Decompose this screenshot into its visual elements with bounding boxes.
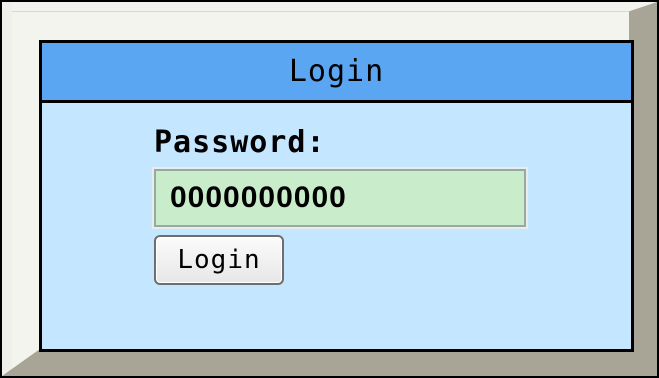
frame-bevel-top bbox=[2, 2, 657, 12]
password-input[interactable] bbox=[152, 167, 528, 229]
outer-frame: Login Password: Login bbox=[0, 0, 659, 378]
login-window: Login Password: Login bbox=[39, 40, 634, 352]
frame-bevel-left bbox=[2, 2, 12, 376]
login-title-bar: Login bbox=[42, 43, 631, 103]
frame-bevel-bottom bbox=[2, 348, 657, 376]
login-title: Login bbox=[288, 54, 385, 89]
password-label: Password: bbox=[154, 125, 326, 160]
login-button[interactable]: Login bbox=[154, 235, 284, 285]
